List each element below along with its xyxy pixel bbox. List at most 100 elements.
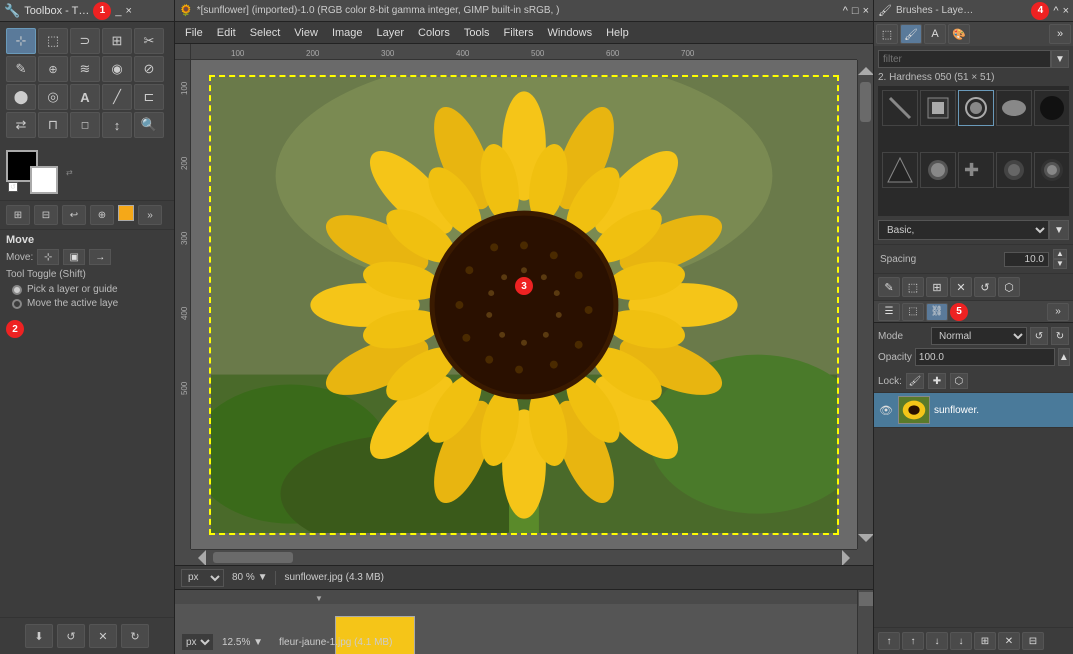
scroll-v-thumb[interactable]: [860, 82, 871, 122]
rb-btn-4[interactable]: ↓: [950, 632, 972, 650]
menu-edit[interactable]: Edit: [211, 25, 242, 41]
canvas-close[interactable]: ×: [863, 5, 869, 17]
rb-btn-3[interactable]: ↓: [926, 632, 948, 650]
spacing-down[interactable]: ▼: [1053, 259, 1067, 269]
spacing-input[interactable]: [1004, 252, 1049, 267]
scroll-h-left[interactable]: [195, 551, 209, 564]
btool-4[interactable]: ✕: [950, 277, 972, 297]
pencil-btn[interactable]: ✎: [6, 56, 36, 82]
blur-btn[interactable]: ◉: [102, 56, 132, 82]
undo-icon-btn[interactable]: ↩: [62, 205, 86, 225]
brushes-min[interactable]: ^: [1053, 5, 1058, 17]
layers-tab-expand[interactable]: »: [1047, 303, 1069, 321]
brush-cell-4[interactable]: [996, 90, 1032, 126]
clone-btn[interactable]: ⊕: [38, 56, 68, 82]
canvas-min[interactable]: ^: [843, 5, 848, 17]
brush-preset-arrow[interactable]: ▼: [1049, 220, 1069, 240]
nav-zoom-btn[interactable]: ▼: [253, 637, 263, 648]
scroll-h-thumb[interactable]: [213, 552, 293, 563]
scroll-v-down[interactable]: [859, 531, 872, 545]
mode-redo-btn[interactable]: ↻: [1051, 327, 1069, 345]
color-picker-btn[interactable]: ╱: [102, 84, 132, 110]
layer-visibility-toggle[interactable]: 👁: [878, 402, 894, 418]
blend-btn[interactable]: ◎: [38, 84, 68, 110]
menu-select[interactable]: Select: [244, 25, 287, 41]
brush-tab-fonts[interactable]: A: [924, 24, 946, 44]
unit-select[interactable]: px mm cm in: [181, 569, 224, 587]
move-icon-btn[interactable]: ⊹: [37, 249, 59, 265]
zoom-dropdown-btn[interactable]: ▼: [258, 572, 268, 583]
menu-help[interactable]: Help: [600, 25, 635, 41]
layer-row-1[interactable]: 👁 sunflower.: [874, 393, 1073, 428]
menu-file[interactable]: File: [179, 25, 209, 41]
toolbox-minimize[interactable]: _: [115, 5, 121, 17]
reset-colors-btn[interactable]: ↺: [8, 182, 18, 192]
mode-select[interactable]: Normal Multiply Screen: [931, 327, 1027, 345]
canvas-max[interactable]: □: [852, 5, 859, 17]
menu-windows[interactable]: Windows: [541, 25, 598, 41]
arrow-btn[interactable]: »: [138, 205, 162, 225]
canvas-scrollbar-h[interactable]: [191, 549, 857, 565]
rb-btn-5[interactable]: ⊞: [974, 632, 996, 650]
filter-input[interactable]: [878, 50, 1051, 68]
menu-filters[interactable]: Filters: [498, 25, 540, 41]
nav-unit-select[interactable]: px: [181, 633, 214, 651]
radio-pick-row[interactable]: Pick a layer or guide: [12, 284, 162, 295]
menu-image[interactable]: Image: [326, 25, 369, 41]
lock-alpha-btn[interactable]: ⬡: [950, 373, 968, 389]
new-image-btn[interactable]: ⊞: [6, 205, 30, 225]
menu-tools[interactable]: Tools: [458, 25, 496, 41]
heal-btn[interactable]: ≋: [70, 56, 100, 82]
patterns-btn[interactable]: ⊟: [34, 205, 58, 225]
brush-cell-6[interactable]: [882, 152, 918, 188]
tb-restore-btn[interactable]: ↻: [121, 624, 149, 648]
rb-btn-7[interactable]: ⊟: [1022, 632, 1044, 650]
brush-cell-10[interactable]: [1034, 152, 1069, 188]
move-tool-btn[interactable]: ⊹: [6, 28, 36, 54]
move-arrow-btn[interactable]: →: [89, 249, 111, 265]
bg-color-swatch[interactable]: [30, 166, 58, 194]
brushes-close[interactable]: ×: [1063, 5, 1069, 17]
opacity-input[interactable]: [915, 348, 1055, 366]
brush-cell-7[interactable]: [920, 152, 956, 188]
option4-btn[interactable]: ⊕: [90, 205, 114, 225]
btool-3[interactable]: ⊞: [926, 277, 948, 297]
btool-1[interactable]: ✎: [878, 277, 900, 297]
radio-pick-dot[interactable]: [12, 285, 22, 295]
text-btn[interactable]: A: [70, 84, 100, 110]
opacity-up-btn[interactable]: ▲: [1058, 348, 1070, 366]
canvas-scrollbar-v[interactable]: [857, 60, 873, 549]
btool-2[interactable]: ⬚: [902, 277, 924, 297]
rb-btn-6[interactable]: ✕: [998, 632, 1020, 650]
move-layer-btn[interactable]: ▣: [63, 249, 85, 265]
rb-btn-1[interactable]: ↑: [878, 632, 900, 650]
fuzzy-select-btn[interactable]: ⊞: [102, 28, 132, 54]
layers-tab-1[interactable]: ☰: [878, 303, 900, 321]
btool-6[interactable]: ⬡: [998, 277, 1020, 297]
mode-undo-btn[interactable]: ↺: [1030, 327, 1048, 345]
nav-scrollbar-v[interactable]: [857, 590, 873, 654]
lock-pixels-btn[interactable]: 🖌: [906, 373, 924, 389]
spacing-up[interactable]: ▲: [1053, 249, 1067, 259]
rect-select-btn[interactable]: ⬚: [38, 28, 68, 54]
brush-cell-9[interactable]: [996, 152, 1032, 188]
brush-tab-gradients[interactable]: 🎨: [948, 24, 970, 44]
menu-layer[interactable]: Layer: [371, 25, 411, 41]
crop-btn[interactable]: ⊓: [38, 112, 68, 138]
rb-btn-2[interactable]: ↑: [902, 632, 924, 650]
brush-cell-2[interactable]: [920, 90, 956, 126]
scroll-v-up[interactable]: [859, 64, 872, 78]
brush-tab-patterns[interactable]: ⬚: [876, 24, 898, 44]
perspective-btn[interactable]: ◻: [70, 112, 100, 138]
scissors-btn[interactable]: ✂: [134, 28, 164, 54]
brush-preset-select[interactable]: Basic,: [878, 220, 1049, 240]
filter-dropdown-btn[interactable]: ▼: [1051, 50, 1069, 68]
brush-cell-5[interactable]: [1034, 90, 1069, 126]
zoom-btn[interactable]: 🔍: [134, 112, 164, 138]
transform-btn[interactable]: ⇄: [6, 112, 36, 138]
tb-delete-btn[interactable]: ✕: [89, 624, 117, 648]
flip-btn[interactable]: ↕: [102, 112, 132, 138]
menu-view[interactable]: View: [288, 25, 324, 41]
brush-tab-brushes[interactable]: 🖌: [900, 24, 922, 44]
tb-save-btn[interactable]: ⬇: [25, 624, 53, 648]
